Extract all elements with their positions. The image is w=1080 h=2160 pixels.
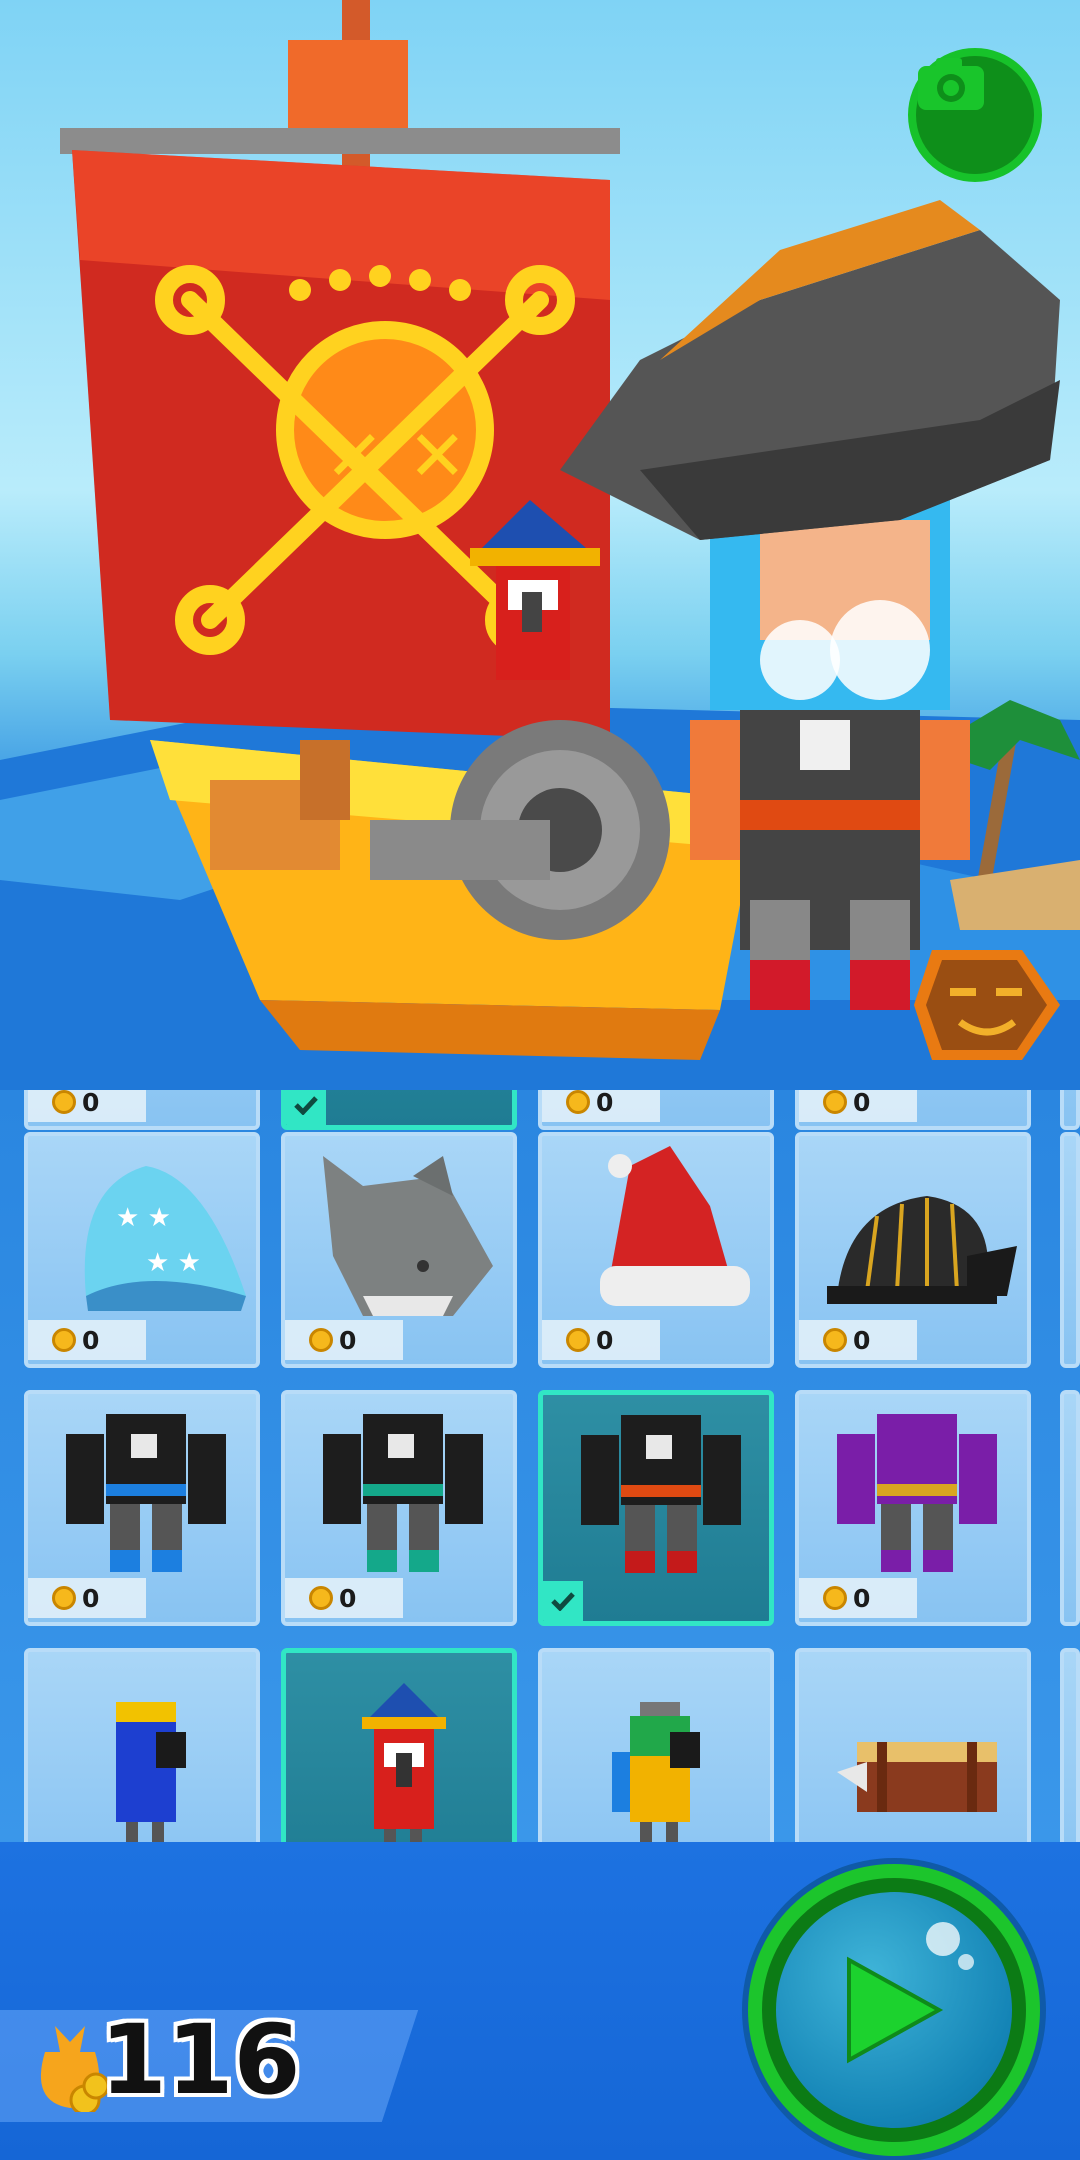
purple-pirate-outfit-icon bbox=[837, 1414, 997, 1572]
green-parrot-icon bbox=[612, 1702, 700, 1842]
price-tag: 0 bbox=[799, 1320, 917, 1360]
item-tile[interactable] bbox=[24, 1648, 260, 1842]
coin-icon bbox=[309, 1586, 333, 1610]
item-tile-selected[interactable] bbox=[281, 1090, 517, 1130]
captain-parrot-icon bbox=[362, 1683, 446, 1842]
checkmark-icon bbox=[286, 1090, 326, 1125]
star-beanie-hat-icon: ★ ★ ★ ★ bbox=[84, 1166, 246, 1311]
game-scene: ✕ ✕ bbox=[0, 0, 1080, 1090]
face-emote-icon bbox=[914, 950, 1060, 1060]
camera-button[interactable] bbox=[908, 48, 1042, 182]
item-tile-selected[interactable] bbox=[281, 1648, 517, 1842]
green-pirate-outfit-icon bbox=[323, 1414, 483, 1572]
shark-hat-icon bbox=[323, 1156, 493, 1316]
item-tile[interactable] bbox=[795, 1648, 1031, 1842]
item-tile[interactable]: 0 bbox=[281, 1390, 517, 1626]
item-tile-selected[interactable] bbox=[538, 1390, 774, 1626]
red-pirate-outfit-icon bbox=[581, 1415, 741, 1573]
price-tag: 0 bbox=[285, 1320, 403, 1360]
grid-row-outfits: 0 0 0 bbox=[0, 1390, 1080, 1628]
blue-pirate-outfit-icon bbox=[66, 1414, 226, 1572]
currency-display: 116 bbox=[0, 1972, 419, 2132]
item-tile-edge[interactable] bbox=[1060, 1132, 1080, 1368]
item-tile[interactable]: 0 bbox=[795, 1090, 1031, 1130]
bottom-bar: 116 bbox=[0, 1842, 1080, 2160]
item-tile[interactable]: 0 bbox=[24, 1390, 260, 1626]
price-tag: 0 bbox=[542, 1320, 660, 1360]
item-tile[interactable]: 0 bbox=[281, 1132, 517, 1368]
item-tile[interactable]: ★ ★ ★ ★ 0 bbox=[24, 1132, 260, 1368]
pirate-ship-scene: ✕ ✕ bbox=[0, 0, 1080, 1090]
price-tag: 0 bbox=[28, 1090, 146, 1122]
price-tag: 0 bbox=[542, 1090, 660, 1122]
bubble-shine bbox=[958, 1954, 974, 1970]
grid-row-partial: 0 0 0 bbox=[0, 1090, 1080, 1132]
price-tag: 0 bbox=[28, 1320, 146, 1360]
item-tile-edge[interactable] bbox=[1060, 1390, 1080, 1626]
coin-icon bbox=[823, 1328, 847, 1352]
play-button[interactable] bbox=[748, 1864, 1040, 2156]
grid-row-hats: ★ ★ ★ ★ 0 0 0 0 bbox=[0, 1132, 1080, 1370]
coin-bag-icon bbox=[40, 2026, 110, 2112]
blue-parrot-icon bbox=[116, 1702, 186, 1842]
price-tag: 0 bbox=[285, 1578, 403, 1618]
coin-icon bbox=[52, 1090, 76, 1114]
item-tile[interactable]: 0 bbox=[795, 1132, 1031, 1368]
play-icon bbox=[847, 1956, 944, 2064]
svg-text:✕ ✕: ✕ ✕ bbox=[325, 415, 467, 497]
coin-icon bbox=[52, 1328, 76, 1352]
santa-hat-icon bbox=[600, 1146, 750, 1306]
price-tag: 0 bbox=[799, 1578, 917, 1618]
coin-icon bbox=[566, 1328, 590, 1352]
snail-helmet-icon bbox=[827, 1196, 1017, 1304]
camera-icon bbox=[918, 58, 984, 110]
bubble-shine bbox=[926, 1922, 960, 1956]
coin-icon bbox=[566, 1090, 590, 1114]
svg-text:★ ★: ★ ★ bbox=[116, 1203, 171, 1233]
item-tile[interactable]: 0 bbox=[795, 1390, 1031, 1626]
coin-icon bbox=[52, 1586, 76, 1610]
item-tile[interactable]: 0 bbox=[538, 1090, 774, 1130]
coin-icon bbox=[823, 1090, 847, 1114]
checkmark-icon bbox=[543, 1581, 583, 1621]
grid-row-pets bbox=[0, 1648, 1080, 1842]
play-button-inner bbox=[776, 1892, 1012, 2128]
item-tile-edge[interactable] bbox=[1060, 1648, 1080, 1842]
item-tile[interactable] bbox=[538, 1648, 774, 1842]
emote-button[interactable] bbox=[912, 930, 1062, 1080]
treasure-chest-pet-icon bbox=[837, 1742, 997, 1812]
price-tag: 0 bbox=[28, 1578, 146, 1618]
item-tile-edge[interactable] bbox=[1060, 1090, 1080, 1130]
coin-icon bbox=[823, 1586, 847, 1610]
price-tag: 0 bbox=[799, 1090, 917, 1122]
item-grid: 0 0 0 ★ ★ ★ ★ 0 0 0 0 0 0 0 bbox=[0, 1090, 1080, 1842]
item-tile[interactable]: 0 bbox=[24, 1090, 260, 1130]
currency-amount: 116 bbox=[100, 2004, 301, 2116]
coin-icon bbox=[309, 1328, 333, 1352]
item-tile[interactable]: 0 bbox=[538, 1132, 774, 1368]
svg-text:★ ★: ★ ★ bbox=[146, 1248, 201, 1278]
